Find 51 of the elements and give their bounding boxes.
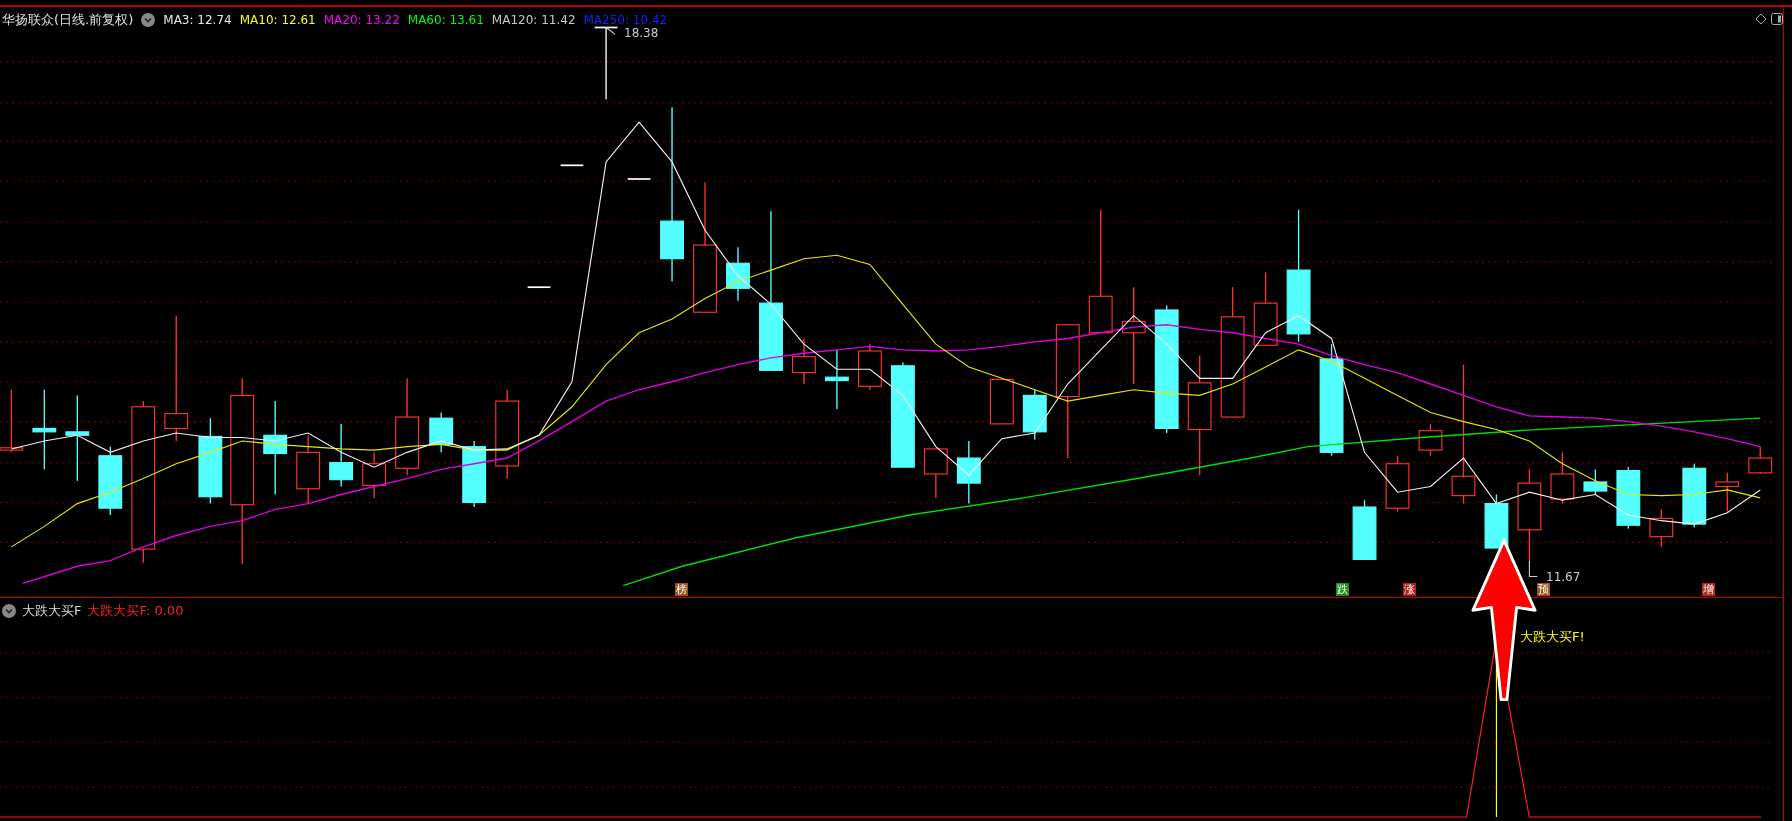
candlestick: [526, 286, 552, 289]
candlestick: [989, 378, 1014, 425]
indicator-name: 大跌大买F: [22, 602, 82, 620]
signal-text: 大跌大买F!: [1520, 628, 1585, 646]
candlestick: [1385, 455, 1410, 513]
chevron-down-icon[interactable]: [2, 604, 16, 618]
moving-average-value: MA250: 10.42: [583, 13, 668, 27]
panel-toggle-icon[interactable]: [1771, 13, 1783, 25]
candlestick: [559, 164, 585, 167]
price-label: 18.38: [624, 26, 659, 40]
moving-average-value: MA3: 12.74: [163, 13, 232, 27]
candlestick: [1022, 389, 1047, 441]
signal-marker: 跌: [1336, 583, 1349, 596]
candlestick: [726, 246, 750, 302]
chevron-down-icon[interactable]: [141, 13, 156, 27]
moving-average-value: MA20: 13.22: [323, 13, 400, 27]
diamond-icon[interactable]: [1755, 13, 1767, 25]
candlestick: [296, 434, 321, 505]
candlestick: [1583, 468, 1608, 496]
candlestick: [1616, 466, 1641, 530]
leader-line: [605, 26, 616, 35]
moving-average-value: MA10: 12.61: [239, 13, 316, 27]
candlestick: [923, 448, 948, 499]
candlestick: [824, 349, 849, 410]
signal-marker: 增: [1702, 583, 1715, 596]
stock-title: 华扬联众(日线.前复权): [2, 11, 134, 29]
candlestick: [98, 445, 123, 516]
candlestick: [956, 440, 981, 505]
candlestick: [792, 337, 816, 385]
indicator-value: 大跌大买F: 0.00: [87, 602, 184, 620]
candlestick: [1550, 451, 1575, 505]
candlestick: [1748, 445, 1773, 475]
signal-marker: 涨: [1403, 583, 1416, 596]
candlestick: [1352, 499, 1377, 561]
candlestick: [429, 411, 454, 454]
candlestick: [1418, 423, 1443, 457]
candlestick: [362, 451, 387, 499]
candlestick: [857, 343, 882, 391]
candlestick: [1682, 463, 1707, 529]
signal-marker: 榜: [675, 583, 688, 596]
price-label: 11.67: [1546, 570, 1581, 584]
candlestick: [626, 178, 652, 180]
moving-average-value: MA120: 11.42: [491, 13, 576, 27]
candlestick: [1484, 493, 1509, 549]
moving-average-value: MA60: 13.61: [407, 13, 484, 27]
leader-line: [1528, 559, 1538, 578]
signal-marker: 预: [1537, 583, 1550, 596]
candlestick: [329, 423, 354, 488]
candlestick: [1715, 472, 1740, 513]
candlestick: [1649, 508, 1674, 548]
candlestick: [462, 440, 487, 508]
